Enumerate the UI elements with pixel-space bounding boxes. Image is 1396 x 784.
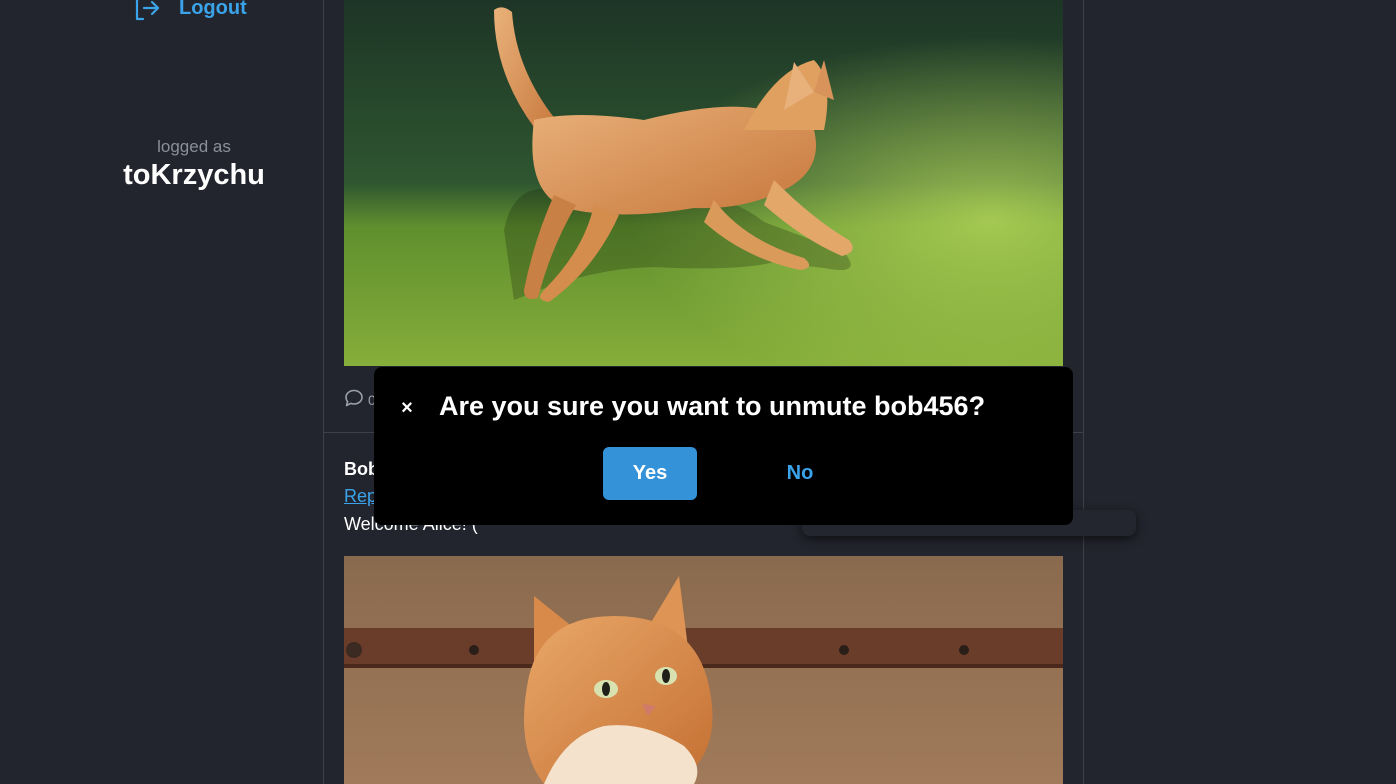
comment-icon [344, 388, 364, 411]
dialog-title: Are you sure you want to unmute bob456? [439, 391, 986, 421]
post-image-orange-cat [344, 556, 1063, 784]
sidebar: Logout logged as toKrzychu [0, 0, 323, 784]
logout-link[interactable]: Logout [133, 0, 247, 22]
logout-icon [133, 0, 161, 22]
close-icon[interactable]: × [398, 395, 416, 421]
unmute-confirm-dialog: × Are you sure you want to unmute bob456… [374, 367, 1073, 525]
post-image-running-kitten [344, 0, 1063, 366]
no-button[interactable]: No [754, 447, 846, 500]
reply-link[interactable]: Rep [344, 486, 377, 507]
post-comment-count[interactable]: 0 [344, 388, 376, 411]
yes-button[interactable]: Yes [603, 447, 697, 500]
logout-label: Logout [179, 0, 247, 19]
